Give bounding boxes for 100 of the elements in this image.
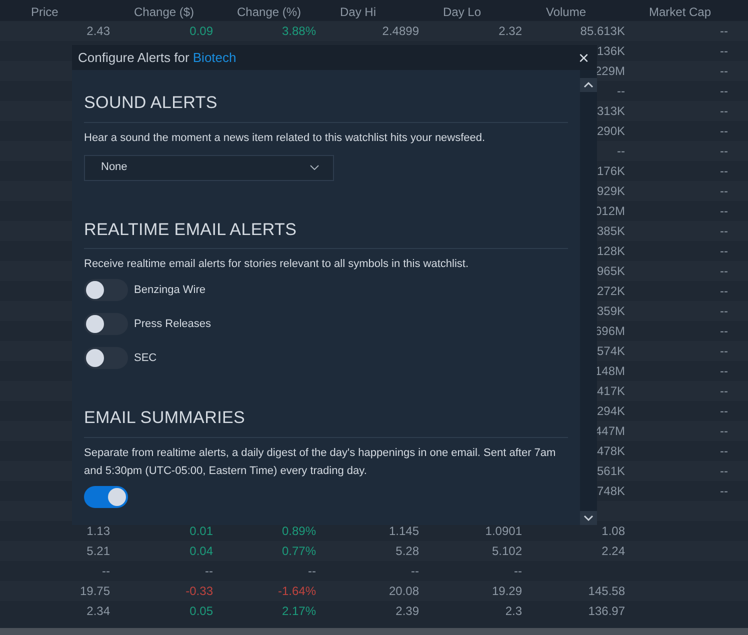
table-cell-text: -- — [720, 263, 728, 280]
table-cell-text: 85.613K — [580, 23, 625, 40]
column-header[interactable]: Change ($) — [134, 5, 194, 19]
table-cell-text: -- — [720, 363, 728, 380]
table-cell-text: 2.3 — [505, 603, 522, 620]
table-cell-text: -- — [720, 43, 728, 60]
table-cell-text: 229M — [594, 63, 625, 80]
table-cell-text: 1.145 — [388, 523, 419, 540]
table-row[interactable]: 5.21 0.04 0.77% 5.28 5.102 2.24 — [0, 541, 748, 561]
toggle-label: Press Releases — [134, 316, 212, 332]
table-row[interactable]: 2.43 0.09 3.88% 2.4899 2.32 85.613K -- — [0, 21, 748, 41]
column-header[interactable]: Change (%) — [237, 5, 302, 19]
horizontal-scrollbar[interactable] — [0, 628, 748, 635]
table-cell-text: -- — [617, 83, 625, 100]
table-cell-text: -- — [102, 563, 110, 580]
table-cell-text: 1.0901 — [485, 523, 522, 540]
table-cell-text: 128K — [596, 243, 625, 260]
table-cell-text: -- — [720, 23, 728, 40]
table-cell-text: 2.32 — [498, 23, 522, 40]
column-header[interactable]: Volume — [546, 5, 586, 19]
table-cell-text: 19.75 — [80, 583, 110, 600]
table-cell-text: 148M — [594, 363, 625, 380]
section-description: Separate from realtime alerts, a daily digest of the day's happenings in one email. Sent after 7am and 5:30pm (UTC-05:00, Eastern Time) every trading day. — [84, 446, 557, 478]
table-cell-text: -- — [720, 223, 728, 240]
table-cell-text: -- — [720, 243, 728, 260]
table-cell-text: 136.97 — [588, 603, 625, 620]
table-cell-text: 0.89% — [282, 523, 316, 540]
column-header[interactable]: Day Lo — [443, 5, 482, 19]
table-cell-text: -1.64% — [278, 583, 316, 600]
table-cell-text: -- — [720, 323, 728, 340]
chevron-up-icon[interactable] — [580, 78, 597, 92]
section-heading: EMAIL SUMMARIES — [84, 405, 568, 438]
table-cell-text: -- — [720, 463, 728, 480]
table-cell-text: -- — [720, 63, 728, 80]
table-cell-text: -- — [514, 563, 522, 580]
toggle-switch[interactable] — [84, 347, 128, 369]
section-description: Hear a sound the moment a news item related to this watchlist hits your newsfeed. — [84, 130, 486, 146]
table-cell-text: 294K — [596, 403, 625, 420]
chevron-down-icon[interactable] — [580, 511, 597, 525]
table-cell-text: 0.04 — [190, 543, 213, 560]
column-header[interactable]: Day Hi — [340, 5, 376, 19]
table-cell-text: 5.28 — [396, 543, 419, 560]
column-header[interactable]: Price — [31, 5, 58, 19]
table-cell-text: 478K — [596, 443, 625, 460]
table-cell-text: 574K — [596, 343, 625, 360]
table-cell-text: -- — [720, 303, 728, 320]
toggle-switch[interactable] — [84, 313, 128, 335]
table-cell-text: 417K — [596, 383, 625, 400]
table-cell-text: 2.4899 — [382, 23, 419, 40]
table-cell-text: 20.08 — [388, 583, 419, 600]
table-cell-text: 5.21 — [86, 543, 110, 560]
table-cell-text: -- — [720, 143, 728, 160]
table-cell-text: 3.88% — [282, 23, 316, 40]
toggle-label: SEC — [134, 350, 157, 366]
table-cell-text: 2.24 — [602, 543, 625, 560]
table-cell-text: -- — [720, 443, 728, 460]
table-cell-text: 0.01 — [190, 523, 213, 540]
table-cell-text: -- — [720, 163, 728, 180]
toggle-label: Benzinga Wire — [134, 282, 206, 298]
table-cell-text: 965K — [596, 263, 625, 280]
table-cell-text: 748K — [596, 483, 625, 500]
table-cell-text: 2.39 — [396, 603, 419, 620]
table-cell-text: 2.34 — [86, 603, 110, 620]
close-button[interactable]: × — [576, 48, 591, 66]
section-heading: SOUND ALERTS — [84, 90, 568, 122]
chevron-down-icon — [310, 165, 319, 170]
table-cell-text: 359K — [596, 303, 625, 320]
table-cell-text: 1.08 — [602, 523, 625, 540]
sound-dropdown[interactable]: None — [84, 154, 334, 180]
table-cell-text: 2.43 — [86, 23, 110, 40]
table-cell-text: 561K — [596, 463, 625, 480]
table-cell-text: 0.77% — [282, 543, 316, 560]
section-heading: REALTIME EMAIL ALERTS — [84, 216, 568, 249]
table-cell-text: 5.102 — [492, 543, 522, 560]
table-cell-text: -- — [720, 423, 728, 440]
table-cell-text: -- — [411, 563, 419, 580]
table-cell-text: -- — [720, 403, 728, 420]
dialog-title: Configure Alerts for Biotech — [78, 48, 236, 67]
table-cell-text: -- — [205, 563, 213, 580]
table-cell-text: -- — [720, 343, 728, 360]
table-cell-text: 1.13 — [86, 523, 110, 540]
table-cell-text: -- — [720, 283, 728, 300]
toggle-switch[interactable] — [84, 279, 128, 301]
table-cell-text: 313K — [596, 103, 625, 120]
table-cell-text: -- — [720, 83, 728, 100]
table-cell-text: -- — [720, 123, 728, 140]
column-header[interactable]: Market Cap — [649, 5, 712, 19]
table-cell-text: -- — [720, 103, 728, 120]
table-cell-text: 19.29 — [492, 583, 522, 600]
table-cell-text: -- — [720, 183, 728, 200]
table-cell-text: 145.58 — [588, 583, 625, 600]
table-row[interactable]: 19.75 -0.33 -1.64% 20.08 19.29 145.58 — [0, 581, 748, 601]
table-cell-text: -- — [308, 563, 316, 580]
table-cell-text: -- — [720, 383, 728, 400]
table-cell-text: -0.33 — [186, 583, 213, 600]
table-cell-text: 2.17% — [282, 603, 316, 620]
toggle-switch[interactable] — [84, 486, 128, 508]
table-cell-text: -- — [720, 483, 728, 500]
scrollbar[interactable] — [580, 70, 597, 525]
table-cell-text: 0.05 — [190, 603, 213, 620]
